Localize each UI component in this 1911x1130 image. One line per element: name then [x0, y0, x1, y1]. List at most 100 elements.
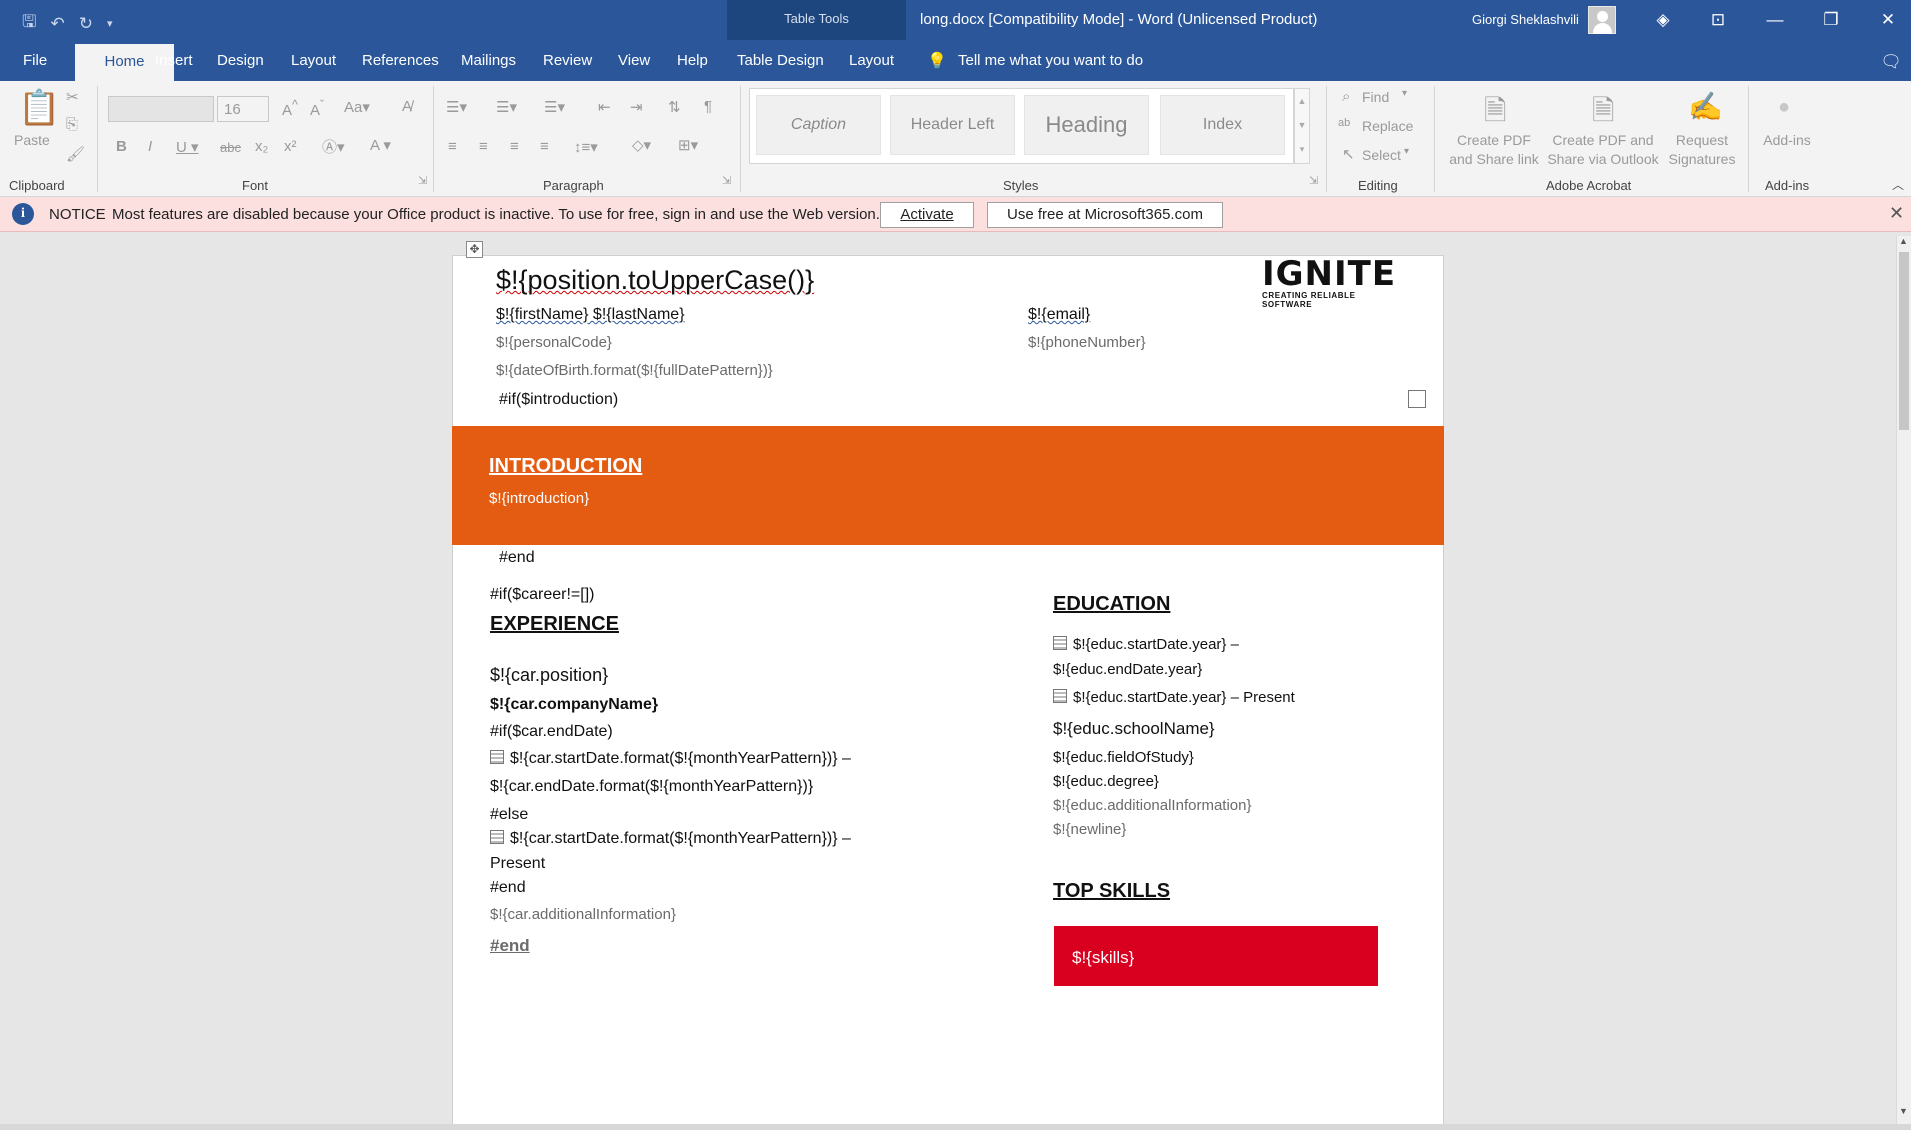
tab-mailings[interactable]: Mailings	[461, 52, 516, 69]
italic-icon[interactable]: I	[148, 138, 152, 155]
align-left-icon[interactable]: ≡	[448, 138, 457, 155]
end-directive-2[interactable]: #end	[490, 879, 526, 897]
bold-icon[interactable]: B	[116, 138, 127, 155]
line-spacing-icon[interactable]: ↕≡▾	[574, 138, 598, 156]
style-index[interactable]: Index	[1160, 95, 1285, 155]
tab-file[interactable]: File	[23, 52, 47, 69]
car-position-field[interactable]: $!{car.position}	[490, 665, 608, 686]
shading-icon[interactable]: ◇▾	[632, 136, 651, 154]
tab-references[interactable]: References	[362, 52, 439, 69]
collapse-ribbon-icon[interactable]: ︿	[1892, 176, 1904, 193]
shrink-font-icon[interactable]: Aˇ	[310, 98, 324, 119]
car-end-date-field[interactable]: $!{car.endDate.format($!{monthYearPatter…	[490, 778, 813, 796]
undo-icon[interactable]: ↶	[50, 14, 64, 34]
tab-view[interactable]: View	[618, 52, 650, 69]
numbering-icon[interactable]: ☰▾	[496, 98, 517, 116]
activate-button[interactable]: Activate	[880, 202, 974, 228]
signature-icon[interactable]: ✍	[1688, 90, 1723, 123]
education-heading[interactable]: EDUCATION	[1053, 593, 1170, 616]
car-additional-info-field[interactable]: $!{car.additionalInformation}	[490, 906, 676, 923]
style-header-left[interactable]: Header Left	[890, 95, 1015, 155]
car-start-date-field-2[interactable]: $!{car.startDate.format($!{monthYearPatt…	[510, 830, 851, 847]
font-size-box[interactable]: 16	[217, 96, 269, 122]
styles-scroll-icon[interactable]: ▲ ▼ ▾	[1294, 88, 1310, 164]
position-field[interactable]: $!{position.toUpperCase()}	[496, 265, 814, 296]
table-move-handle-icon[interactable]: ✥	[466, 241, 483, 258]
decrease-indent-icon[interactable]: ⇤	[598, 98, 611, 116]
request-signatures-button[interactable]: Request Signatures	[1664, 131, 1740, 169]
select-dropdown-icon[interactable]: ▾	[1404, 146, 1409, 157]
clear-formatting-icon[interactable]: A̸	[402, 98, 412, 115]
font-color-icon[interactable]: A ▾	[370, 136, 391, 154]
superscript-icon[interactable]: x²	[284, 138, 297, 155]
content-control-checkbox[interactable]	[1408, 390, 1426, 408]
phone-field[interactable]: $!{phoneNumber}	[1028, 334, 1146, 351]
skills-field[interactable]: $!{skills}	[1072, 948, 1134, 968]
educ-start-date-field[interactable]: $!{educ.startDate.year} –	[1073, 636, 1239, 653]
format-painter-icon[interactable]: 🖌	[66, 145, 85, 163]
save-icon[interactable]: 🖫	[22, 9, 36, 38]
change-case-icon[interactable]: Aa▾	[344, 98, 370, 116]
dob-field[interactable]: $!{dateOfBirth.format($!{fullDatePattern…	[496, 362, 773, 379]
educ-end-date-field[interactable]: $!{educ.endDate.year}	[1053, 661, 1202, 678]
educ-degree-field[interactable]: $!{educ.degree}	[1053, 773, 1159, 790]
if-career[interactable]: #if($career!=[])	[490, 586, 594, 604]
paste-icon[interactable]: 📋	[18, 88, 60, 128]
redo-icon[interactable]: ↻	[79, 14, 93, 34]
else-directive[interactable]: #else	[490, 806, 528, 824]
close-window-icon[interactable]: ✕	[1873, 6, 1903, 34]
cut-icon[interactable]: ✂	[66, 88, 79, 106]
bullets-icon[interactable]: ☰▾	[446, 98, 467, 116]
replace-button[interactable]: Replace	[1362, 117, 1413, 136]
tab-help[interactable]: Help	[677, 52, 708, 69]
tab-layout[interactable]: Layout	[291, 52, 336, 69]
user-name[interactable]: Giorgi Sheklashvili	[1472, 12, 1579, 27]
align-right-icon[interactable]: ≡	[510, 138, 519, 155]
add-ins-icon[interactable]: ●	[1778, 96, 1790, 119]
personal-code-field[interactable]: $!{personalCode}	[496, 334, 612, 351]
if-end-date[interactable]: #if($car.endDate)	[490, 723, 613, 741]
end-directive[interactable]: #end	[499, 549, 535, 567]
replace-icon[interactable]: ab	[1338, 117, 1350, 129]
scroll-down-icon[interactable]: ▼	[1899, 1106, 1908, 1116]
find-icon[interactable]: ⌕	[1342, 88, 1350, 105]
name-field[interactable]: $!{firstName} $!{lastName}	[496, 306, 685, 324]
strikethrough-icon[interactable]: abc	[220, 140, 241, 155]
educ-additional-info-field[interactable]: $!{educ.additionalInformation}	[1053, 797, 1251, 814]
increase-indent-icon[interactable]: ⇥	[630, 98, 643, 116]
use-free-button[interactable]: Use free at Microsoft365.com	[987, 202, 1223, 228]
document-page[interactable]	[452, 255, 1444, 1125]
multilevel-list-icon[interactable]: ☰▾	[544, 98, 565, 116]
grow-font-icon[interactable]: A^	[282, 98, 298, 119]
if-introduction[interactable]: #if($introduction)	[499, 391, 618, 409]
styles-dialog-launcher-icon[interactable]: ⇲	[1309, 174, 1318, 187]
copy-icon[interactable]: ⎘	[66, 116, 78, 133]
educ-start-present-field[interactable]: $!{educ.startDate.year} – Present	[1073, 689, 1295, 706]
car-start-date-field[interactable]: $!{car.startDate.format($!{monthYearPatt…	[510, 750, 851, 767]
experience-heading[interactable]: EXPERIENCE	[490, 613, 619, 636]
car-company-field[interactable]: $!{car.companyName}	[490, 696, 658, 714]
present-text[interactable]: Present	[490, 855, 545, 873]
comments-icon[interactable]: 🗨	[1876, 48, 1906, 76]
align-center-icon[interactable]: ≡	[479, 138, 488, 155]
paragraph-dialog-launcher-icon[interactable]: ⇲	[722, 174, 731, 187]
create-pdf-outlook-button[interactable]: Create PDF and Share via Outlook	[1544, 131, 1662, 169]
educ-school-field[interactable]: $!{educ.schoolName}	[1053, 719, 1215, 739]
sort-icon[interactable]: ⇅	[668, 98, 681, 116]
subscript-icon[interactable]: x₂	[255, 138, 268, 155]
restore-icon[interactable]: ❐	[1816, 6, 1846, 34]
add-ins-button[interactable]: Add-ins	[1756, 131, 1818, 150]
tab-table-design[interactable]: Table Design	[737, 52, 824, 69]
show-marks-icon[interactable]: ¶	[704, 98, 712, 115]
tab-table-layout[interactable]: Layout	[849, 52, 894, 69]
text-effects-icon[interactable]: Ⓐ▾	[322, 136, 345, 157]
find-dropdown-icon[interactable]: ▾	[1402, 88, 1407, 99]
font-dialog-launcher-icon[interactable]: ⇲	[418, 174, 427, 187]
select-button[interactable]: Select	[1362, 146, 1401, 165]
borders-icon[interactable]: ⊞▾	[678, 136, 698, 154]
style-heading[interactable]: Heading	[1024, 95, 1149, 155]
email-field[interactable]: $!{email}	[1028, 306, 1090, 324]
introduction-heading[interactable]: INTRODUCTION	[489, 455, 642, 478]
diamond-icon[interactable]: ◈	[1648, 6, 1678, 34]
tab-insert[interactable]: Insert	[155, 52, 193, 69]
